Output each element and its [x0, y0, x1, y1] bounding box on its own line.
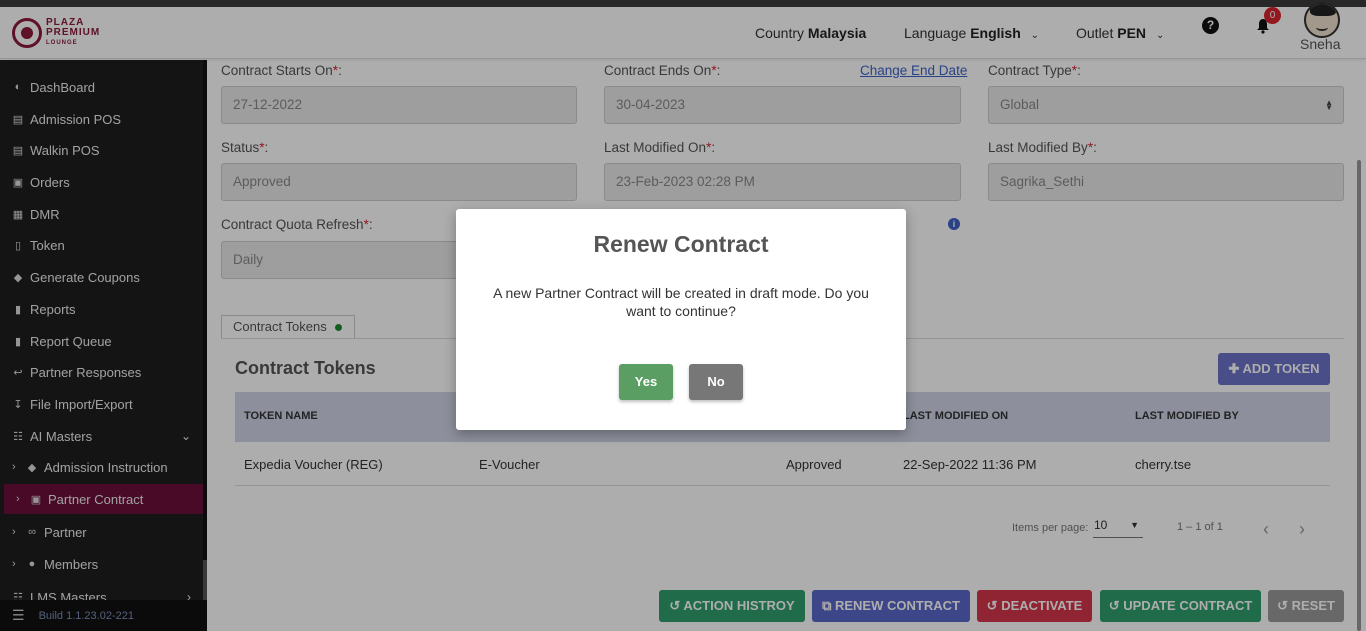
dialog-title: Renew Contract	[593, 231, 769, 257]
yes-button[interactable]: Yes	[619, 364, 673, 400]
dialog-message: A new Partner Contract will be created i…	[493, 285, 869, 319]
no-button[interactable]: No	[689, 364, 743, 400]
renew-contract-dialog: Renew Contract A new Partner Contract wi…	[456, 209, 906, 430]
